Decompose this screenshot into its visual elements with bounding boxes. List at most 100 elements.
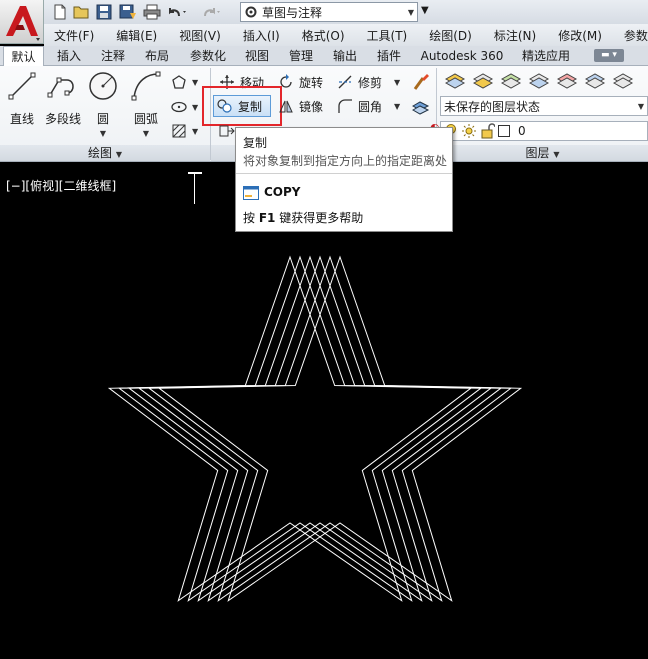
application-menu-button[interactable]: [0, 0, 44, 44]
circle-label: 圆: [96, 112, 109, 126]
gear-icon: [245, 6, 257, 18]
hatch-tool[interactable]: ▼: [170, 121, 198, 141]
undo-icon[interactable]: [166, 2, 186, 22]
unlock-icon: [481, 123, 495, 139]
viewport-controls-label[interactable]: [−][俯视][二维线框]: [6, 177, 116, 194]
menu-parametric[interactable]: 参数: [613, 27, 648, 44]
menu-draw[interactable]: 绘图(D): [418, 27, 483, 44]
current-layer-dropdown[interactable]: 0: [440, 121, 648, 141]
menu-dimension[interactable]: 标注(N): [483, 27, 547, 44]
layer-properties-icon[interactable]: [444, 70, 466, 90]
arc-tool-button[interactable]: 圆弧 ▼: [128, 70, 164, 138]
menu-tools[interactable]: 工具(T): [356, 27, 419, 44]
mirror-icon: [279, 100, 293, 113]
draw-panel-title: 绘图: [88, 146, 113, 160]
layer-freeze-icon[interactable]: [584, 70, 606, 90]
fillet-label: 圆角: [358, 99, 383, 114]
trim-label: 修剪: [358, 75, 383, 90]
tab-plugins[interactable]: 插件: [372, 46, 406, 66]
fillet-icon: [338, 99, 352, 113]
layer-walk-icon[interactable]: [411, 96, 431, 116]
redo-icon[interactable]: [200, 2, 220, 22]
layer-make-current-icon[interactable]: [472, 70, 494, 90]
polyline-icon: [47, 77, 74, 98]
rotate-tool[interactable]: 旋转: [277, 72, 323, 92]
ribbon-minimize-icon[interactable]: ▬ ▾: [594, 49, 624, 62]
tab-autodesk-360[interactable]: Autodesk 360: [416, 46, 508, 66]
fillet-tool[interactable]: 圆角 ▼: [336, 96, 400, 116]
menu-insert[interactable]: 插入(I): [232, 27, 291, 44]
draw-panel-footer[interactable]: 绘图 ▼: [0, 145, 210, 161]
sun-icon: [462, 124, 476, 138]
tooltip-help-suffix: 键获得更多帮助: [279, 211, 364, 225]
tab-output[interactable]: 输出: [328, 46, 362, 66]
save-icon[interactable]: [94, 2, 114, 22]
menu-format[interactable]: 格式(O): [291, 27, 356, 44]
chevron-down-icon: ▼: [407, 7, 414, 17]
rotate-label: 旋转: [299, 75, 324, 90]
tab-default[interactable]: 默认: [3, 46, 44, 67]
save-as-icon[interactable]: [118, 2, 138, 22]
layer-state-dropdown[interactable]: 未保存的图层状态 ▼: [440, 96, 648, 116]
layer-state-value: 未保存的图层状态: [444, 99, 541, 114]
arc-icon: [131, 71, 161, 101]
tab-featured-apps[interactable]: 精选应用: [514, 46, 578, 66]
trim-icon: [338, 75, 352, 89]
arc-dropdown-icon[interactable]: ▼: [143, 129, 149, 138]
arc-label: 圆弧: [133, 112, 158, 126]
crosshair-cursor-box: [188, 172, 202, 174]
tooltip-description: 将对象复制到指定方向上的指定距离处: [243, 154, 448, 168]
layer-match-icon[interactable]: [500, 70, 522, 90]
polyline-tool-button[interactable]: 多段线: [44, 70, 82, 127]
autocad-logo-icon: [6, 6, 40, 41]
qat-customize-icon[interactable]: ▼: [421, 5, 429, 16]
highlight-box: [202, 86, 282, 126]
trim-tool[interactable]: 修剪 ▼: [336, 72, 400, 92]
command-line-icon: [243, 186, 259, 200]
chevron-down-icon: ▼: [637, 101, 644, 111]
tab-layout[interactable]: 布局: [140, 46, 174, 66]
menu-edit[interactable]: 编辑(E): [105, 27, 168, 44]
crosshair-cursor-vertical: [194, 172, 195, 204]
tab-annotate[interactable]: 注释: [96, 46, 130, 66]
tab-insert[interactable]: 插入: [52, 46, 86, 66]
menu-file[interactable]: 文件(F): [44, 27, 105, 44]
mirror-label: 镜像: [299, 99, 324, 114]
tooltip-command: COPY: [264, 185, 301, 199]
ellipse-tool[interactable]: ▼: [170, 97, 198, 117]
polygon-tool[interactable]: ▼: [170, 72, 198, 92]
stretch-icon: [219, 125, 235, 137]
drawing-viewport[interactable]: [0, 172, 648, 659]
layers-panel-footer[interactable]: 图层 ▼: [437, 145, 648, 161]
line-tool-button[interactable]: 直线: [6, 70, 38, 127]
menu-modify[interactable]: 修改(M): [547, 27, 613, 44]
copy-tooltip: 复制 将对象复制到指定方向上的指定距离处 COPY 按 F1 键获得更多帮助: [235, 127, 453, 232]
layer-off-icon[interactable]: [612, 70, 634, 90]
ellipse-icon: [171, 101, 187, 113]
circle-dropdown-icon[interactable]: ▼: [100, 129, 106, 138]
workspace-dropdown[interactable]: 草图与注释 ▼: [240, 2, 418, 22]
menu-view[interactable]: 视图(V): [168, 27, 232, 44]
tooltip-help: 按 F1 键获得更多帮助: [243, 209, 363, 226]
menu-bar: 文件(F) 编辑(E) 视图(V) 插入(I) 格式(O) 工具(T) 绘图(D…: [44, 24, 648, 46]
circle-icon: [89, 72, 117, 100]
circle-tool-button[interactable]: 圆 ▼: [86, 70, 120, 138]
tooltip-help-prefix: 按: [243, 211, 256, 225]
polygon-icon: [172, 75, 186, 89]
polyline-label: 多段线: [44, 112, 81, 126]
line-label: 直线: [9, 112, 34, 126]
match-properties-icon[interactable]: [411, 72, 431, 92]
tooltip-help-key: F1: [258, 211, 276, 225]
hatch-icon: [172, 124, 186, 138]
open-file-icon[interactable]: [72, 2, 92, 22]
tab-manage[interactable]: 管理: [284, 46, 318, 66]
mirror-tool[interactable]: 镜像: [277, 96, 323, 116]
current-layer-value: 0: [518, 124, 526, 138]
tab-parametric[interactable]: 参数化: [184, 46, 232, 66]
tab-view[interactable]: 视图: [240, 46, 274, 66]
layer-isolate-icon[interactable]: [556, 70, 578, 90]
layer-tools-row: [444, 70, 648, 92]
layer-previous-icon[interactable]: [528, 70, 550, 90]
new-file-icon[interactable]: [50, 2, 70, 22]
print-icon[interactable]: [142, 2, 162, 22]
